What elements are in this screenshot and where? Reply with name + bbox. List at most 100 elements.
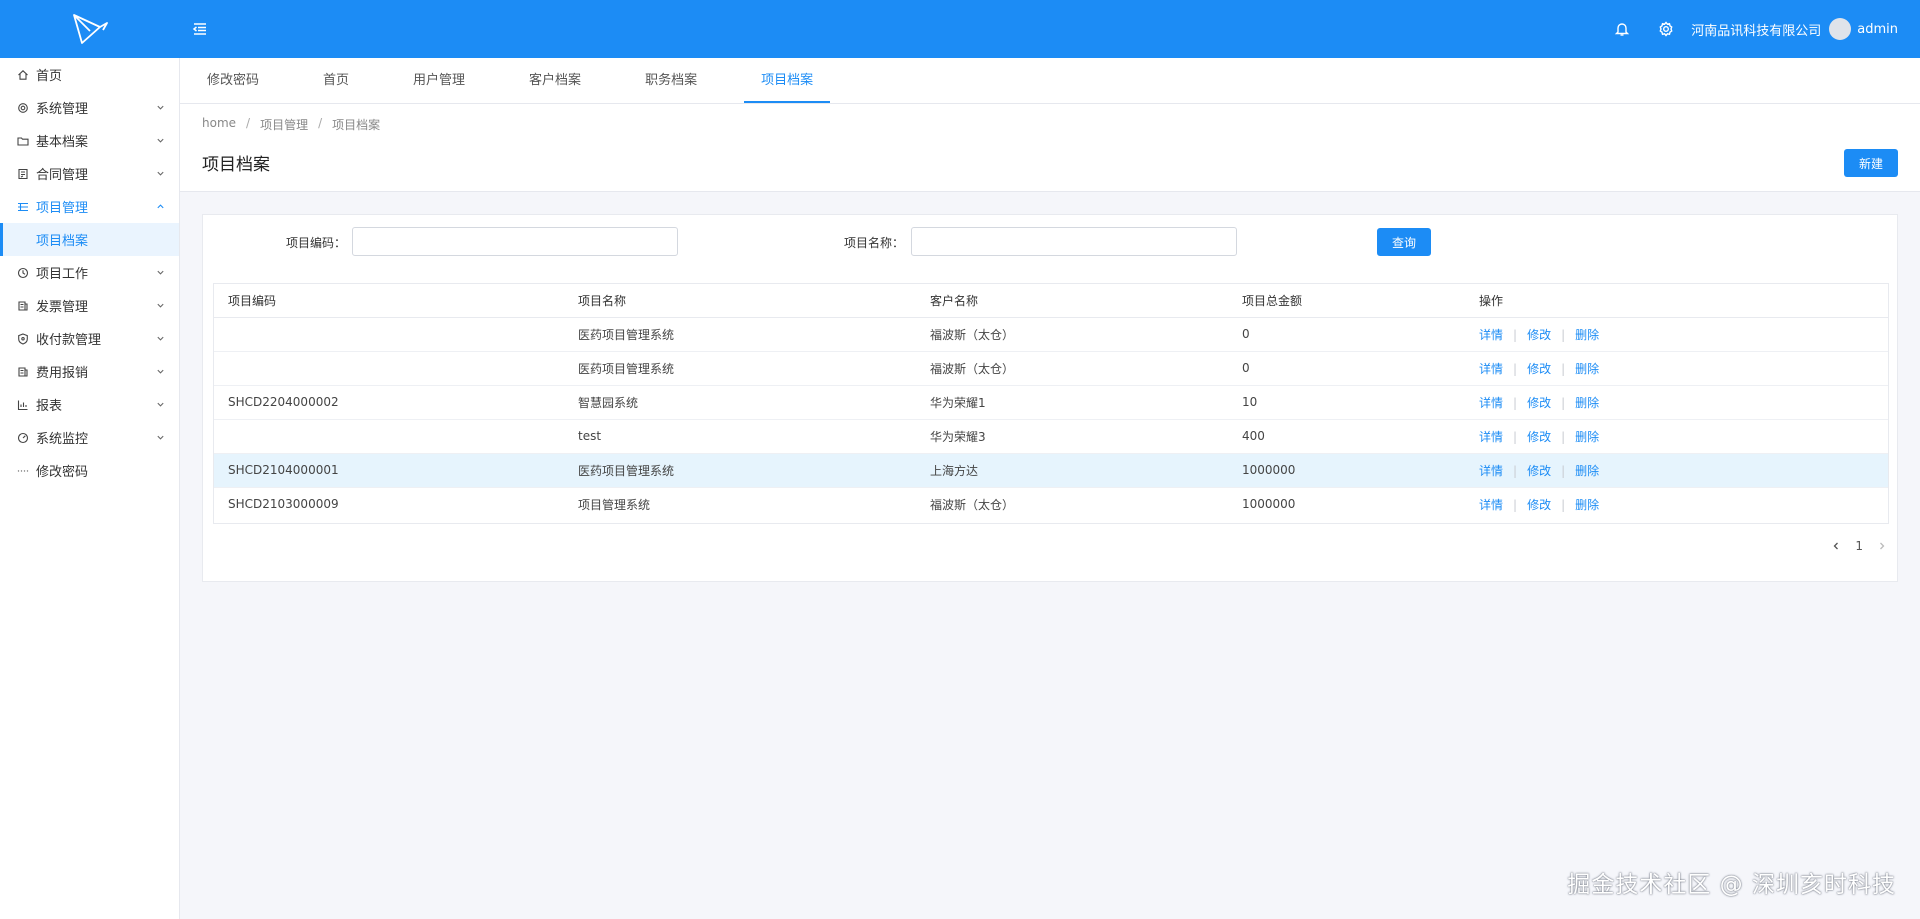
tab-user-management[interactable]: 用户管理 — [396, 63, 482, 103]
sidebar-item-payment[interactable]: 收付款管理 — [0, 322, 179, 355]
query-button[interactable]: 查询 — [1377, 228, 1431, 256]
breadcrumb-home[interactable]: home — [202, 116, 236, 133]
prev-page-button[interactable] — [1829, 539, 1843, 553]
cell-amount: 10 — [1228, 385, 1465, 420]
sidebar-item-label: 发票管理 — [36, 300, 89, 315]
delete-link[interactable]: 删除 — [1575, 396, 1599, 410]
avatar[interactable] — [1829, 18, 1852, 40]
op-separator: | — [1561, 395, 1566, 410]
sidebar-item-basic-archive[interactable]: 基本档案 — [0, 124, 179, 157]
chevron-down-icon — [155, 433, 165, 443]
delete-link[interactable]: 删除 — [1575, 464, 1599, 478]
detail-link[interactable]: 详情 — [1479, 498, 1503, 512]
table-header-row: 项目编码 项目名称 客户名称 项目总金额 操作 — [214, 284, 1888, 318]
edit-link[interactable]: 修改 — [1527, 498, 1551, 512]
table-row[interactable]: SHCD2104000001 医药项目管理系统 上海方达 1000000 详情 |… — [214, 453, 1888, 488]
tab-home[interactable]: 首页 — [306, 63, 366, 103]
table-row[interactable]: test 华为荣耀3 400 详情 | 修改 | 删除 — [214, 419, 1888, 454]
sidebar-item-home[interactable]: 首页 — [0, 58, 179, 91]
op-separator: | — [1513, 463, 1518, 478]
cell-operations: 详情 | 修改 | 删除 — [1465, 419, 1888, 454]
column-header: 客户名称 — [916, 284, 1228, 318]
detail-link[interactable]: 详情 — [1479, 362, 1503, 376]
column-header: 操作 — [1465, 284, 1888, 318]
op-separator: | — [1561, 429, 1566, 444]
new-button[interactable]: 新建 — [1844, 149, 1898, 177]
sidebar-item-monitor[interactable]: 系统监控 — [0, 421, 179, 454]
cell-code — [214, 317, 564, 352]
edit-link[interactable]: 修改 — [1527, 464, 1551, 478]
detail-link[interactable]: 详情 — [1479, 328, 1503, 342]
column-header: 项目编码 — [214, 284, 564, 318]
breadcrumb-separator: / — [318, 116, 323, 130]
next-page-button[interactable] — [1875, 539, 1889, 553]
delete-link[interactable]: 删除 — [1575, 498, 1599, 512]
delete-link[interactable]: 删除 — [1575, 362, 1599, 376]
cell-operations: 详情 | 修改 | 删除 — [1465, 351, 1888, 386]
shield-icon — [16, 332, 30, 346]
watermark: 掘金技术社区 @ 深圳亥时科技 — [1567, 872, 1896, 898]
column-header: 项目名称 — [564, 284, 916, 318]
sidebar-item-project[interactable]: 项目管理 — [0, 190, 179, 223]
sidebar-subitem-project-archive[interactable]: 项目档案 — [0, 223, 179, 256]
menu-collapse-button[interactable] — [180, 0, 220, 58]
edit-link[interactable]: 修改 — [1527, 396, 1551, 410]
list-icon — [16, 200, 30, 214]
edit-link[interactable]: 修改 — [1527, 430, 1551, 444]
folder-icon — [16, 134, 30, 148]
sidebar: 首页 系统管理 基本档案 合同管理 项目管理 项目档案 项目工作 发票管理 收付… — [0, 58, 180, 919]
table-row[interactable]: SHCD2103000009 项目管理系统 福波斯（太仓） 1000000 详情… — [214, 487, 1888, 521]
cell-name: 医药项目管理系统 — [564, 453, 916, 488]
detail-link[interactable]: 详情 — [1479, 430, 1503, 444]
edit-link[interactable]: 修改 — [1527, 328, 1551, 342]
sidebar-item-system[interactable]: 系统管理 — [0, 91, 179, 124]
delete-link[interactable]: 删除 — [1575, 430, 1599, 444]
table-row[interactable]: 医药项目管理系统 福波斯（太仓） 0 详情 | 修改 | 删除 — [214, 351, 1888, 386]
project-name-input[interactable] — [911, 227, 1237, 256]
detail-link[interactable]: 详情 — [1479, 464, 1503, 478]
table-row[interactable]: 医药项目管理系统 福波斯（太仓） 0 详情 | 修改 | 删除 — [214, 317, 1888, 352]
project-code-label: 项目编码： — [286, 236, 347, 250]
chevron-down-icon — [155, 169, 165, 179]
sidebar-item-contract[interactable]: 合同管理 — [0, 157, 179, 190]
cell-name: test — [564, 419, 916, 454]
dots-icon — [16, 464, 30, 478]
settings-button[interactable] — [1655, 18, 1677, 40]
table-row[interactable]: SHCD2204000002 智慧园系统 华为荣耀1 10 详情 | 修改 | 删除 — [214, 385, 1888, 420]
tab-customer-archive[interactable]: 客户档案 — [512, 63, 598, 103]
sidebar-item-change-password[interactable]: 修改密码 — [0, 454, 179, 487]
cell-name: 智慧园系统 — [564, 385, 916, 420]
menu-fold-icon — [192, 23, 206, 35]
chevron-down-icon — [155, 334, 165, 344]
detail-link[interactable]: 详情 — [1479, 396, 1503, 410]
cell-amount: 1000000 — [1242, 497, 1296, 512]
tab-project-archive[interactable]: 项目档案 — [744, 63, 831, 103]
logo[interactable] — [0, 0, 180, 58]
chevron-left-icon — [1833, 542, 1839, 550]
cell-name: 医药项目管理系统 — [564, 351, 916, 386]
cell-operations: 详情 | 修改 | 删除 — [1465, 385, 1888, 420]
edit-link[interactable]: 修改 — [1527, 362, 1551, 376]
page-header: home / 项目管理 / 项目档案 项目档案 新建 — [180, 104, 1920, 192]
chevron-down-icon — [155, 400, 165, 410]
page-tabs: 修改密码 首页 用户管理 客户档案 职务档案 项目档案 — [180, 58, 1920, 104]
tab-change-password[interactable]: 修改密码 — [190, 63, 276, 103]
notification-button[interactable] — [1611, 18, 1633, 40]
chart-icon — [16, 398, 30, 412]
sidebar-item-expense[interactable]: 费用报销 — [0, 355, 179, 388]
delete-link[interactable]: 删除 — [1575, 328, 1599, 342]
sidebar-item-label: 修改密码 — [36, 465, 89, 480]
breadcrumb-project-management[interactable]: 项目管理 — [260, 116, 308, 133]
page-number[interactable]: 1 — [1855, 539, 1863, 553]
cell-amount: 1000000 — [1228, 453, 1465, 488]
tab-position-archive[interactable]: 职务档案 — [628, 63, 714, 103]
sidebar-item-report[interactable]: 报表 — [0, 388, 179, 421]
sidebar-item-label: 首页 — [36, 69, 63, 84]
cell-customer: 华为荣耀3 — [916, 419, 1228, 454]
sidebar-item-invoice[interactable]: 发票管理 — [0, 289, 179, 322]
project-code-input[interactable] — [352, 227, 678, 256]
sidebar-item-label: 系统管理 — [36, 102, 89, 117]
sidebar-item-label: 项目工作 — [36, 267, 89, 282]
username[interactable]: admin — [1857, 22, 1898, 37]
sidebar-item-project-work[interactable]: 项目工作 — [0, 256, 179, 289]
